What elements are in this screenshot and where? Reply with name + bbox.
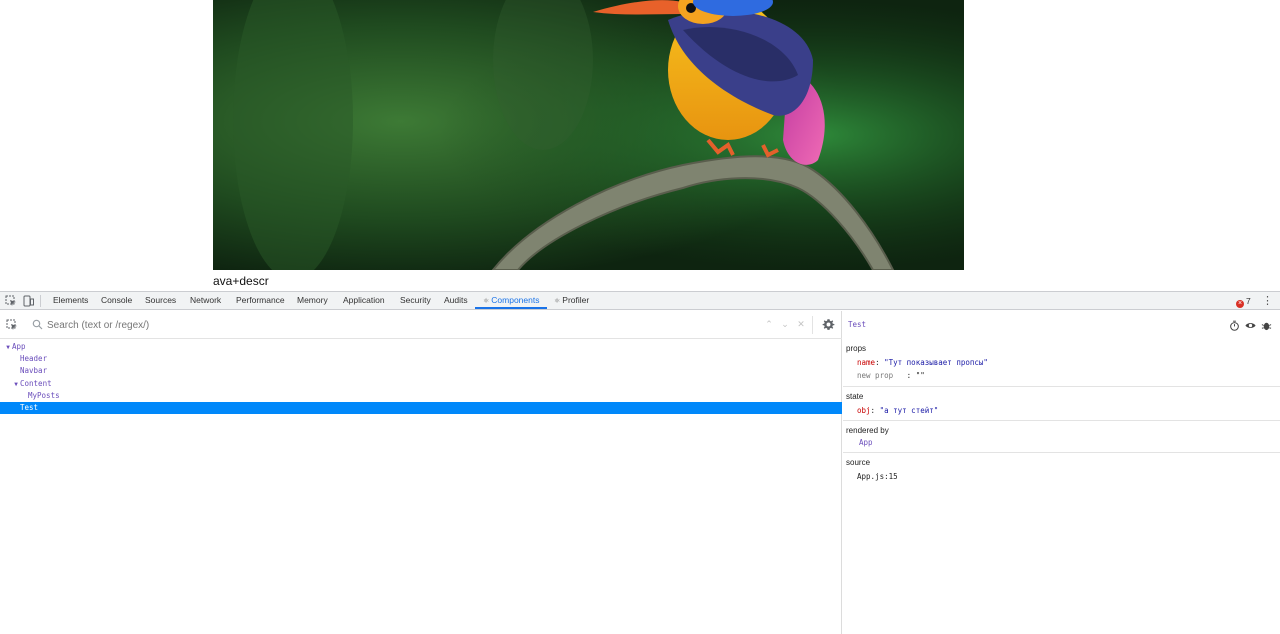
devtools-panel: Elements Console Sources Network Perform…	[0, 291, 1280, 634]
react-icon: ⚛	[483, 298, 490, 305]
selected-component-name: Test	[848, 320, 867, 329]
props-heading: props	[846, 344, 867, 353]
tree-item-header[interactable]: Header	[0, 353, 842, 365]
kingfisher-photo	[213, 0, 964, 270]
props-section: props name: "Тут показывает пропсы" new …	[843, 339, 1280, 386]
state-heading: state	[846, 392, 864, 401]
rendered-by-link[interactable]: App	[859, 438, 873, 447]
tab-network[interactable]: Network	[182, 292, 229, 309]
source-section: source App.js:15	[843, 452, 1280, 492]
tree-item-myposts[interactable]: MyPosts	[0, 390, 842, 402]
tabbar-divider	[40, 295, 41, 307]
tab-sources[interactable]: Sources	[137, 292, 184, 309]
device-toggle-icon[interactable]	[22, 295, 34, 307]
kingfisher-illustration	[213, 0, 964, 270]
tab-elements[interactable]: Elements	[45, 292, 96, 309]
timer-icon[interactable]	[1229, 320, 1240, 331]
prop-row-name[interactable]: name: "Тут показывает пропсы"	[857, 358, 988, 367]
tree-item-navbar[interactable]: Navbar	[0, 365, 842, 377]
select-element-icon[interactable]	[6, 319, 18, 331]
tab-application[interactable]: Application	[335, 292, 393, 309]
gear-icon[interactable]	[822, 318, 835, 331]
state-section: state obj: "а тут стейт"	[843, 386, 1280, 420]
component-tree: ▼ App Header Navbar ▼ Content MyPosts Test	[0, 341, 842, 415]
tab-console[interactable]: Console	[93, 292, 140, 309]
props-inspector: Test props name: "Тут показывает пропсы"…	[843, 311, 1280, 634]
search-icon	[32, 319, 43, 330]
inspector-header: Test	[843, 311, 1280, 339]
state-row-obj[interactable]: obj: "а тут стейт"	[857, 406, 938, 415]
devtools-tabbar: Elements Console Sources Network Perform…	[0, 292, 1280, 310]
source-location[interactable]: App.js:15	[857, 472, 898, 481]
component-tree-pane: ⌃ ⌄ ✕ ▼App Header Navbar ▼Content M	[0, 311, 842, 634]
tree-item-content[interactable]: ▼ Content	[0, 378, 842, 390]
select-element-icon[interactable]	[5, 295, 17, 307]
chevron-down-icon[interactable]: ⌄	[779, 318, 791, 332]
tab-components[interactable]: ⚛ Components	[475, 292, 548, 309]
clear-icon[interactable]: ✕	[795, 318, 807, 332]
kebab-icon[interactable]: ⋮	[1262, 294, 1273, 308]
eye-icon[interactable]	[1245, 320, 1256, 331]
page-viewport: ava+descr	[0, 0, 1280, 291]
tree-item-app[interactable]: ▼ App	[0, 341, 842, 353]
tab-security[interactable]: Security	[392, 292, 439, 309]
tree-item-test[interactable]: Test	[0, 401, 842, 415]
source-heading: source	[846, 458, 871, 467]
new-prop-row[interactable]: new prop : ""	[857, 371, 925, 380]
tab-memory[interactable]: Memory	[289, 292, 336, 309]
react-icon: ⚛	[554, 298, 561, 305]
page-caption: ava+descr	[213, 274, 269, 288]
tree-searchbar: ⌃ ⌄ ✕	[0, 311, 842, 339]
tab-audits[interactable]: Audits	[436, 292, 476, 309]
chevron-up-icon[interactable]: ⌃	[763, 318, 775, 332]
rendered-by-heading: rendered by	[846, 426, 889, 435]
search-divider	[812, 316, 813, 334]
tab-profiler[interactable]: ⚛ Profiler	[546, 292, 597, 309]
search-input[interactable]	[47, 316, 747, 334]
tab-performance[interactable]: Performance	[228, 292, 293, 309]
error-counter[interactable]: × 7	[1236, 294, 1251, 308]
error-icon: ×	[1236, 300, 1244, 308]
rendered-by-section: rendered by App	[843, 420, 1280, 452]
bug-icon[interactable]	[1261, 320, 1272, 331]
